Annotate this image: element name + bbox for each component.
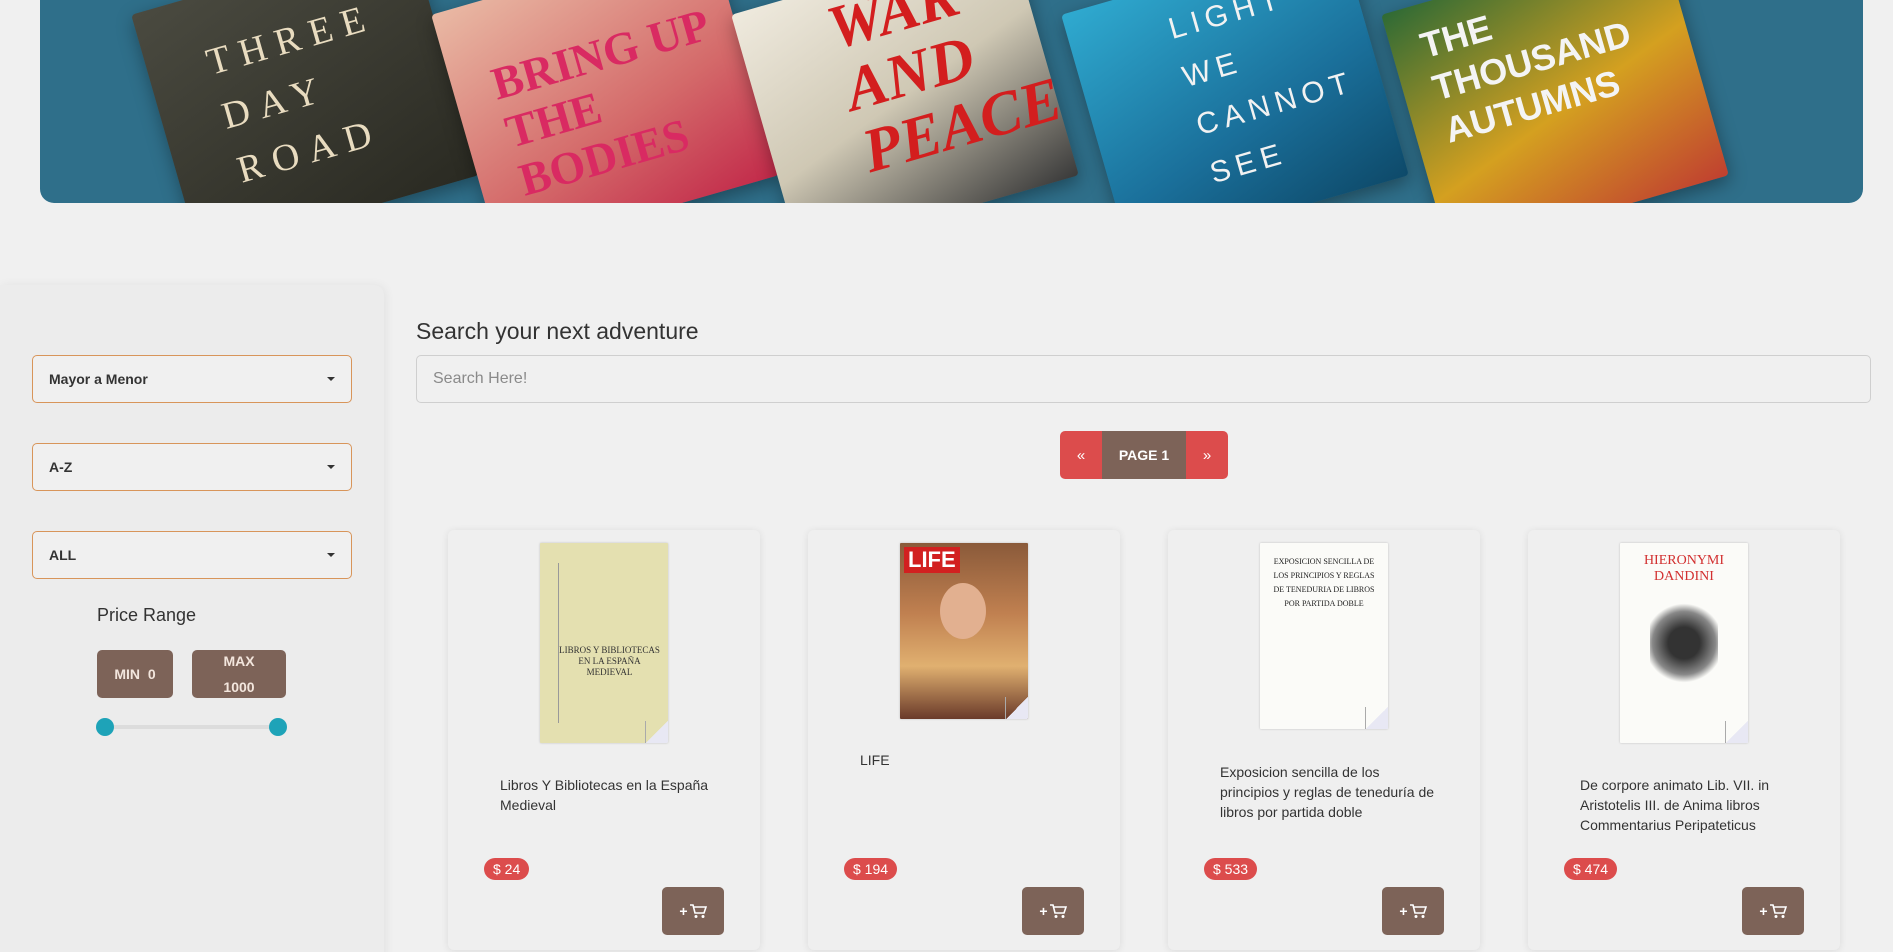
filter-sidebar: Mayor a Menor A-Z ALL Price Range MIN 0 … <box>0 285 384 952</box>
next-page-button[interactable]: » <box>1186 431 1228 479</box>
max-value: 1000 <box>223 679 255 695</box>
cart-icon <box>1409 904 1427 918</box>
min-value: 0 <box>147 666 156 682</box>
add-to-cart-button[interactable]: + <box>1742 887 1804 935</box>
category-value: ALL <box>49 547 77 563</box>
sort-alpha-select[interactable]: A-Z <box>32 443 352 491</box>
search-title: Search your next adventure <box>416 318 699 344</box>
thumbnail-text: EXPOSICION SENCILLA DE LOS PRINCIPIOS Y … <box>1273 557 1375 608</box>
book-thumbnail[interactable]: LIFE <box>900 543 1028 719</box>
search-input[interactable] <box>416 355 1871 403</box>
sort-price-select[interactable]: Mayor a Menor <box>32 355 352 403</box>
product-title[interactable]: Libros Y Bibliotecas en la España Mediev… <box>500 775 720 815</box>
cart-plus-label: + <box>1039 903 1048 919</box>
thumbnail-text: LIFE <box>904 547 960 573</box>
price-slider-max-handle[interactable] <box>269 718 287 736</box>
current-page-indicator: PAGE 1 <box>1102 431 1186 479</box>
product-card[interactable]: LIFE LIFE $ 194 + <box>808 530 1120 950</box>
book-cover-bring-up-the-bodies: BRING UP THE BODIES <box>431 0 779 203</box>
cover-text: THREE DAY ROAD <box>201 0 387 192</box>
add-to-cart-button[interactable]: + <box>662 887 724 935</box>
cart-icon <box>689 904 707 918</box>
book-cover-all-the-light: LIGHT WE CANNOT SEE <box>1061 0 1409 203</box>
category-select[interactable]: ALL <box>32 531 352 579</box>
price-badge: $ 194 <box>844 858 898 880</box>
max-price-button[interactable]: MAX 1000 <box>192 650 286 698</box>
product-title[interactable]: De corpore animato Lib. VII. in Aristote… <box>1580 775 1800 835</box>
price-range-title: Price Range <box>97 605 197 625</box>
book-cover-three-day-road: THREE DAY ROAD <box>131 0 479 203</box>
cart-icon <box>1769 904 1787 918</box>
cart-plus-label: + <box>1399 903 1408 919</box>
product-title[interactable]: Exposicion sencilla de los principios y … <box>1220 762 1440 822</box>
cover-text: THE THOUSAND AUTUMNS <box>1415 6 1636 151</box>
chevron-down-icon <box>327 553 335 557</box>
sort-price-value: Mayor a Menor <box>49 371 148 387</box>
min-price-button[interactable]: MIN 0 <box>97 650 173 698</box>
add-to-cart-button[interactable]: + <box>1022 887 1084 935</box>
chevron-down-icon <box>327 465 335 469</box>
product-card[interactable]: LIBROS Y BIBLIOTECAS EN LA ESPAÑA MEDIEV… <box>448 530 760 950</box>
price-slider-min-handle[interactable] <box>96 718 114 736</box>
cover-text: BRING UP THE BODIES <box>485 0 713 203</box>
cover-text: WAR AND PEACE <box>819 0 1070 187</box>
add-to-cart-button[interactable]: + <box>1382 887 1444 935</box>
cart-plus-label: + <box>1759 903 1768 919</box>
cover-portrait <box>940 583 986 639</box>
book-thumbnail[interactable]: EXPOSICION SENCILLA DE LOS PRINCIPIOS Y … <box>1260 543 1388 729</box>
thumbnail-text: LIBROS Y BIBLIOTECAS EN LA ESPAÑA MEDIEV… <box>559 645 660 677</box>
thumbnail-text: HIERONYMI DANDINI <box>1643 553 1725 584</box>
product-card[interactable]: EXPOSICION SENCILLA DE LOS PRINCIPIOS Y … <box>1168 530 1480 950</box>
price-badge: $ 474 <box>1564 858 1618 880</box>
book-cover-war-and-peace: WAR AND PEACE <box>731 0 1079 203</box>
pagination: « PAGE 1 » <box>1060 431 1228 479</box>
min-label: MIN <box>114 666 141 682</box>
book-thumbnail[interactable]: LIBROS Y BIBLIOTECAS EN LA ESPAÑA MEDIEV… <box>540 543 668 743</box>
product-title[interactable]: LIFE <box>860 750 1080 770</box>
chevron-down-icon <box>327 377 335 381</box>
cover-text: LIGHT WE CANNOT SEE <box>1165 0 1358 191</box>
price-slider-track[interactable] <box>96 718 287 736</box>
hero-banner: THREE DAY ROAD BRING UP THE BODIES WAR A… <box>40 0 1863 203</box>
book-thumbnail[interactable]: HIERONYMI DANDINI <box>1620 543 1748 743</box>
prev-page-button[interactable]: « <box>1060 431 1102 479</box>
cart-plus-label: + <box>679 903 688 919</box>
price-badge: $ 24 <box>484 858 530 880</box>
max-label: MAX <box>223 653 255 669</box>
price-badge: $ 533 <box>1204 858 1258 880</box>
sort-alpha-value: A-Z <box>49 459 73 475</box>
book-cover-thousand-autumns: THE THOUSAND AUTUMNS <box>1381 0 1729 203</box>
cart-icon <box>1049 904 1067 918</box>
cover-illustration <box>1650 603 1718 683</box>
product-card[interactable]: HIERONYMI DANDINI De corpore animato Lib… <box>1528 530 1840 950</box>
